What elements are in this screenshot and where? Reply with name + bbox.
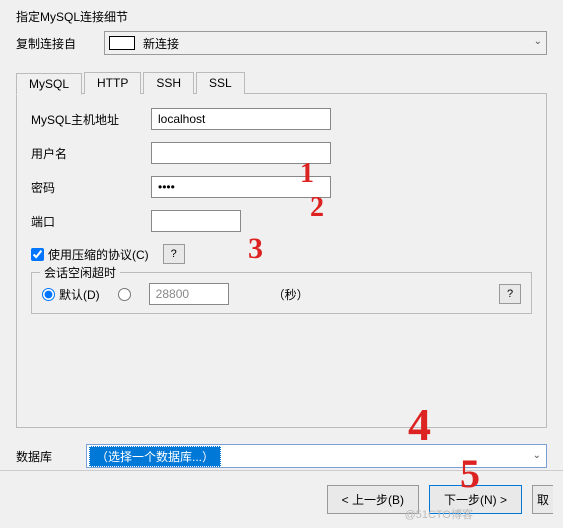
database-value: （选择一个数据库...） [89, 446, 221, 467]
tab-ssl[interactable]: SSL [196, 72, 245, 94]
pass-input[interactable] [151, 176, 331, 198]
database-select[interactable]: （选择一个数据库...） ⌄ [86, 444, 547, 468]
idle-custom-radio[interactable] [118, 288, 131, 301]
chevron-down-icon: ⌄ [533, 450, 541, 461]
idle-legend: 会话空闲超时 [40, 264, 120, 281]
idle-unit-label: （秒） [273, 286, 309, 303]
user-label: 用户名 [31, 145, 151, 162]
host-label: MySQL主机地址 [31, 111, 151, 128]
idle-default-radio[interactable]: 默认(D) [42, 286, 100, 303]
compress-checkbox[interactable] [31, 248, 44, 261]
port-input[interactable] [151, 210, 241, 232]
host-input[interactable] [151, 108, 331, 130]
port-label: 端口 [31, 213, 151, 230]
idle-value-input [149, 283, 229, 305]
copy-from-value: 新连接 [143, 35, 179, 52]
user-input[interactable] [151, 142, 331, 164]
copy-from-select[interactable]: 新连接 ⌄ [104, 31, 547, 55]
tab-ssh[interactable]: SSH [143, 72, 194, 94]
color-swatch [109, 36, 135, 50]
compress-label: 使用压缩的协议(C) [48, 246, 149, 263]
cancel-button[interactable]: 取 [532, 485, 553, 514]
copy-from-label: 复制连接自 [16, 35, 96, 52]
compress-help-button[interactable]: ? [163, 244, 185, 264]
tab-mysql[interactable]: MySQL [16, 73, 82, 95]
pass-label: 密码 [31, 179, 151, 196]
database-label: 数据库 [16, 448, 86, 465]
tab-http[interactable]: HTTP [84, 72, 141, 94]
watermark: @51CTO博客 [405, 506, 473, 522]
chevron-down-icon: ⌄ [534, 36, 542, 47]
dialog-subtitle: 指定MySQL连接细节 [16, 8, 547, 25]
idle-help-button[interactable]: ? [499, 284, 521, 304]
